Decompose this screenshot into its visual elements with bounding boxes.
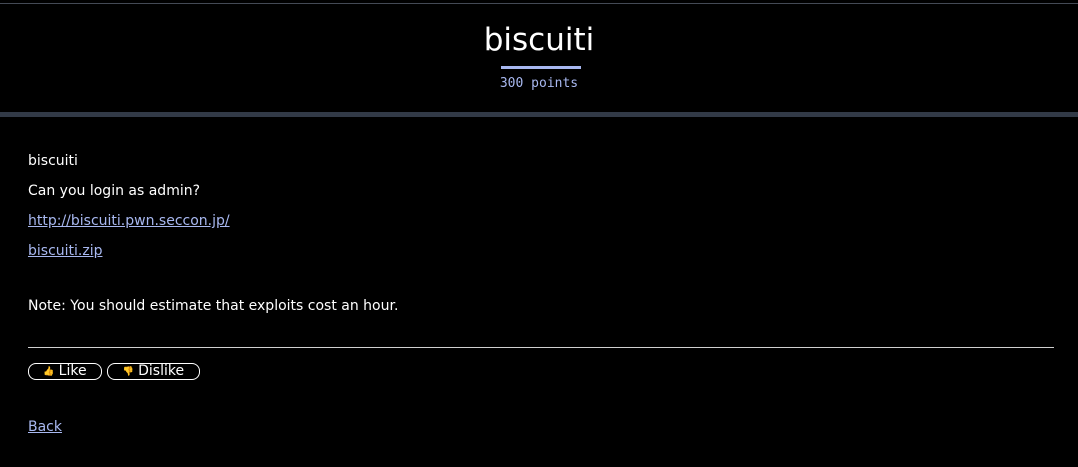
description-question: Can you login as admin?	[28, 183, 201, 199]
like-label: Like	[58, 363, 87, 379]
dislike-label: Dislike	[138, 363, 185, 379]
challenge-title: biscuiti	[483, 22, 595, 58]
description-name: biscuiti	[28, 153, 78, 169]
back-line: Back	[28, 416, 62, 438]
challenge-url-line: http://biscuiti.pwn.seccon.jp/	[28, 210, 230, 232]
challenge-url-link[interactable]: http://biscuiti.pwn.seccon.jp/	[28, 213, 230, 229]
description-note: Note: You should estimate that exploits …	[28, 298, 399, 314]
content-divider	[28, 347, 1054, 348]
back-link[interactable]: Back	[28, 419, 62, 435]
title-underline	[501, 66, 581, 69]
challenge-header: biscuiti 300 points	[0, 4, 1078, 112]
download-line: biscuiti.zip	[28, 240, 102, 262]
download-zip-link[interactable]: biscuiti.zip	[28, 243, 102, 259]
challenge-points: 300 points	[499, 76, 579, 91]
header-divider	[0, 112, 1078, 117]
thumbs-down-icon: 👎	[122, 367, 135, 377]
dislike-button[interactable]: 👎 Dislike	[107, 363, 200, 380]
thumbs-up-icon: 👍	[43, 367, 55, 377]
like-button[interactable]: 👍 Like	[28, 363, 102, 380]
